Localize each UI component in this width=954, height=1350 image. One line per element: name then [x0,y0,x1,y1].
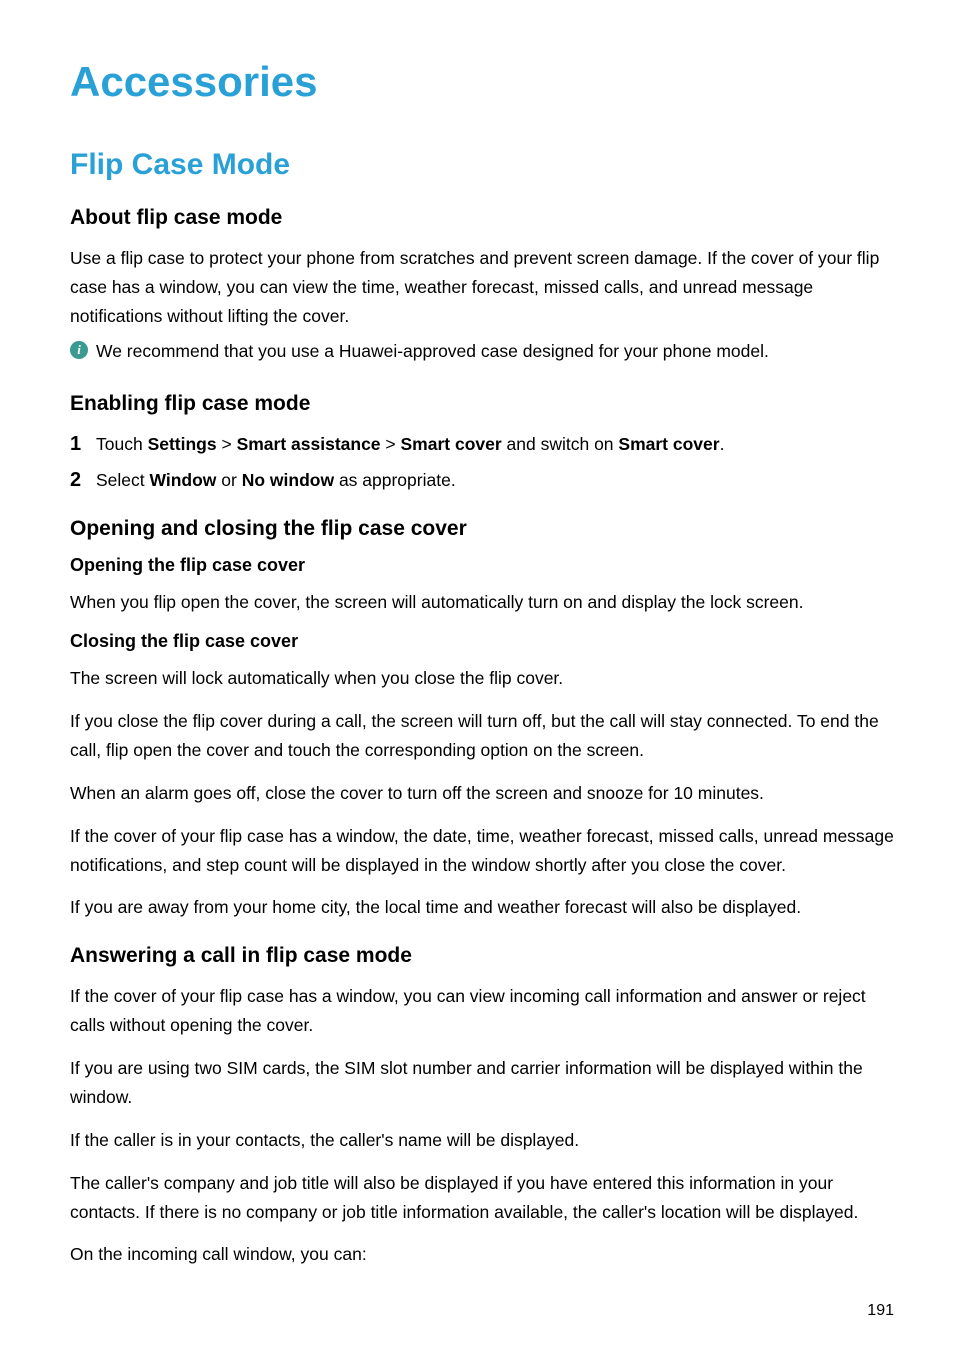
page-title: Accessories [70,58,894,106]
text-fragment: . [720,434,725,454]
list-number: 1 [70,433,96,456]
paragraph-closing-3: When an alarm goes off, close the cover … [70,779,894,808]
subsection-heading-enabling: Enabling flip case mode [70,392,894,416]
subsection-heading-open-close: Opening and closing the flip case cover [70,517,894,541]
minor-heading-opening: Opening the flip case cover [70,555,894,576]
paragraph-closing-5: If you are away from your home city, the… [70,893,894,922]
list-text: Select Window or No window as appropriat… [96,466,456,495]
bold-settings: Settings [148,434,217,454]
page-container: Accessories Flip Case Mode About flip ca… [0,0,954,1350]
paragraph-closing-2: If you close the flip cover during a cal… [70,707,894,765]
paragraph-closing-4: If the cover of your flip case has a win… [70,822,894,880]
note-text: We recommend that you use a Huawei-appro… [96,337,769,366]
text-fragment: as appropriate. [334,470,456,490]
paragraph-about: Use a flip case to protect your phone fr… [70,244,894,331]
bold-window: Window [150,470,217,490]
paragraph-answering-4: The caller's company and job title will … [70,1169,894,1227]
text-fragment: > [217,434,237,454]
subsection-heading-answering: Answering a call in flip case mode [70,944,894,968]
note-row: i We recommend that you use a Huawei-app… [70,337,894,366]
bold-no-window: No window [242,470,334,490]
list-item: 2 Select Window or No window as appropri… [70,466,894,495]
page-number: 191 [867,1302,894,1320]
text-fragment: Select [96,470,150,490]
info-icon: i [70,341,88,359]
paragraph-answering-5: On the incoming call window, you can: [70,1240,894,1269]
bold-smart-cover-2: Smart cover [618,434,719,454]
paragraph-opening: When you flip open the cover, the screen… [70,588,894,617]
paragraph-closing-1: The screen will lock automatically when … [70,664,894,693]
section-heading-flip-case-mode: Flip Case Mode [70,148,894,182]
bold-smart-cover: Smart cover [401,434,502,454]
subsection-heading-about: About flip case mode [70,206,894,230]
text-fragment: > [381,434,401,454]
bold-smart-assistance: Smart assistance [237,434,381,454]
paragraph-answering-1: If the cover of your flip case has a win… [70,982,894,1040]
text-fragment: Touch [96,434,148,454]
ordered-list-enabling: 1 Touch Settings > Smart assistance > Sm… [70,430,894,496]
text-fragment: or [216,470,241,490]
paragraph-answering-3: If the caller is in your contacts, the c… [70,1126,894,1155]
list-number: 2 [70,469,96,492]
list-text: Touch Settings > Smart assistance > Smar… [96,430,724,459]
paragraph-answering-2: If you are using two SIM cards, the SIM … [70,1054,894,1112]
list-item: 1 Touch Settings > Smart assistance > Sm… [70,430,894,459]
minor-heading-closing: Closing the flip case cover [70,631,894,652]
text-fragment: and switch on [502,434,619,454]
